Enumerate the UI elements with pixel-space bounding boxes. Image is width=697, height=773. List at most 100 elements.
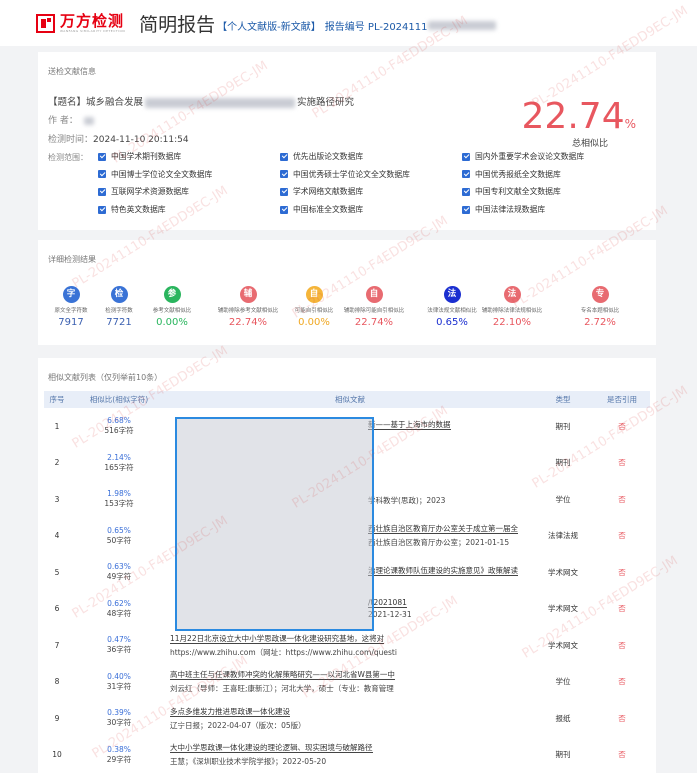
row-similar-chars: 49字符 (106, 572, 132, 582)
row-number: 8 (54, 677, 60, 687)
row-similarity: 0.47% 36字符 (70, 627, 168, 664)
metric-item: 参参考文献相似比 0.00% (146, 286, 198, 328)
row-similar-chars: 48字符 (106, 608, 132, 618)
row-type: 学位 (555, 494, 571, 504)
row-document: 多点多维发力推进思政课一体化建设 辽宁日报；2022-04-07（版次：05版） (168, 700, 532, 737)
row-document-title-link[interactable]: 西壮族自治区教育厅办公室关于成立第一届全 (368, 524, 518, 535)
checkbox-checked-icon (462, 152, 470, 161)
range-label: 检测范围： (48, 153, 88, 162)
row-type: 法律法规 (548, 531, 578, 541)
row-similar-chars: 153字符 (104, 499, 134, 509)
row-document-title-link[interactable]: 高中班主任与任课教师冲突的化解策略研究——以河北省W县第一中 (170, 670, 395, 681)
metric-icon: 法 (503, 286, 521, 303)
metric-label: 辅助排除法律法规相似比 (481, 308, 543, 314)
row-document-title-link[interactable]: 多点多维发力推进思政课一体化建设 (170, 706, 290, 717)
row-similarity: 2.14% 165字符 (70, 445, 168, 482)
database-item: 学术网络文献数据库 (280, 186, 462, 197)
metric-value: 2.72% (584, 317, 616, 328)
row-similar-chars: 36字符 (106, 645, 132, 655)
row-document-source: https://www.zhihu.com（网址：https://www.zhi… (170, 647, 397, 657)
row-cited: 否 (618, 750, 626, 760)
row-document: 大中小学思政课一体化建设的理论逻辑、现实困境与破解路径 王慧；《深圳职业技术学院学… (168, 737, 532, 773)
row-document-source: 刘云红（导师：王喜旺;康新江）；河北大学，硕士（专业：教育管理 (170, 684, 394, 694)
metric-item: 辅辅助排除参考文献相似比 22.74% (210, 286, 286, 328)
database-item: 中国专利文献全文数据库 (462, 186, 638, 197)
doc-title-label: 【题名】 (48, 97, 87, 108)
row-document-title-link[interactable]: 新——基于上海市的数据 (368, 420, 451, 431)
metric-label: 参考文献相似比 (152, 308, 192, 314)
metric-value: 22.74% (354, 317, 394, 328)
row-similarity: 0.40% 31字符 (70, 664, 168, 701)
checkbox-checked-icon (98, 205, 106, 214)
col-document: 相似文献 (168, 391, 532, 408)
row-type: 学术网文 (548, 640, 578, 650)
table-row[interactable]: 9 0.39% 30字符 多点多维发力推进思政课一体化建设 辽宁日报；2022-04-0… (44, 700, 650, 737)
total-similarity-label: 总相似比 (571, 139, 608, 149)
table-row[interactable]: 8 0.40% 31字符 高中班主任与任课教师冲突的化解策略研究——以河北省W县第一中… (44, 664, 650, 701)
row-similarity: 0.63% 49字符 (70, 554, 168, 591)
col-type: 类型 (532, 391, 594, 408)
brand-name-en: WANFANG SIMILARITY DETECTION (60, 29, 126, 33)
row-similarity-pct: 0.62% (107, 598, 131, 608)
row-similarity: 6.68% 516字符 (70, 408, 168, 445)
row-document-source: 学科教学(思政)；2023 (368, 496, 446, 506)
row-type: 期刊 (555, 750, 571, 760)
metric-item: 法辅助排除法律法规相似比 22.10% (474, 286, 550, 328)
report-header: 万方检测 WANFANG SIMILARITY DETECTION 简明报告 【… (0, 0, 697, 46)
checkbox-checked-icon (98, 187, 106, 196)
row-document-source: 西壮族自治区教育厅办公室；2021-01-15 (368, 538, 510, 548)
col-similarity: 相似比(相似字符) (70, 391, 168, 408)
row-similar-chars: 165字符 (104, 462, 134, 472)
row-type: 学位 (555, 677, 571, 687)
row-number: 3 (54, 494, 60, 504)
wanfang-logo-icon (36, 13, 55, 33)
database-item: 互联网学术资源数据库 (98, 186, 280, 197)
database-item: 中国博士学位论文全文数据库 (98, 169, 280, 180)
database-item: 中国优秀报纸全文数据库 (462, 169, 638, 180)
row-number: 6 (54, 604, 60, 614)
row-type: 期刊 (555, 458, 571, 468)
metric-icon: 专 (591, 286, 609, 303)
row-number: 2 (54, 458, 60, 468)
row-cited: 否 (618, 531, 626, 541)
metric-item: 检检测字符数 7721 (93, 286, 145, 328)
row-type: 学术网文 (548, 567, 578, 577)
row-similar-chars: 50字符 (106, 535, 132, 545)
metric-label: 检测字符数 (105, 308, 133, 314)
row-document-title-link[interactable]: 11月22日北京设立大中小学思政课一体化建设研究基地，这将对 (170, 633, 385, 644)
metric-item: 字原文全字符数 7917 (45, 286, 97, 328)
metric-item: 专专名本题相似比 2.72% (562, 286, 638, 328)
database-item: 国内外重要学术会议论文数据库 (462, 151, 638, 162)
metric-label: 辅助排除可能自引相似比 (343, 308, 405, 314)
row-document-title-link[interactable]: 治理论课教师队伍建设的实施意见》政策解读 (368, 566, 518, 577)
row-type: 期刊 (555, 421, 571, 431)
row-number: 7 (54, 640, 60, 650)
selection-rectangle[interactable] (175, 417, 374, 631)
database-item: 中国优秀硕士学位论文全文数据库 (280, 169, 462, 180)
database-item: 中国法律法规数据库 (462, 204, 638, 215)
doc-info-card: 送检文献信息 【题名】城乡融合发展 实施路径研究 作 者： 检测时间：2024-1… (38, 52, 656, 230)
checkbox-checked-icon (462, 205, 470, 214)
table-row[interactable]: 7 0.47% 36字符 11月22日北京设立大中小学思政课一体化建设研究基地，这将对… (44, 627, 650, 664)
redacted-author (83, 116, 94, 125)
row-number: 5 (54, 567, 60, 577)
report-number: 报告编号 PL-2024111 (324, 21, 428, 33)
row-similarity-pct: 6.68% (107, 416, 131, 426)
metric-icon: 自 (365, 286, 383, 303)
row-similarity-pct: 2.14% (107, 452, 131, 462)
row-similarity: 0.65% 50字符 (70, 518, 168, 555)
metric-icon: 参 (163, 286, 181, 303)
doc-info-title: 送检文献信息 (48, 67, 96, 76)
row-number: 4 (54, 531, 60, 541)
row-cited: 否 (618, 713, 626, 723)
total-similarity: 22.74% (522, 96, 636, 137)
row-number: 9 (54, 713, 60, 723)
col-no: 序号 (44, 391, 70, 408)
row-document-title-link[interactable]: 大中小学思政课一体化建设的理论逻辑、现实困境与破解路径 (170, 743, 373, 754)
metric-label: 专名本题相似比 (580, 308, 620, 314)
time-line: 检测时间：2024-11-10 20:11:54 (48, 132, 189, 145)
checkbox-checked-icon (280, 170, 288, 179)
database-item: 特色英文数据库 (98, 204, 280, 215)
table-row[interactable]: 10 0.38% 29字符 大中小学思政课一体化建设的理论逻辑、现实困境与破解路径 王慧… (44, 737, 650, 773)
row-cited: 否 (618, 458, 626, 468)
